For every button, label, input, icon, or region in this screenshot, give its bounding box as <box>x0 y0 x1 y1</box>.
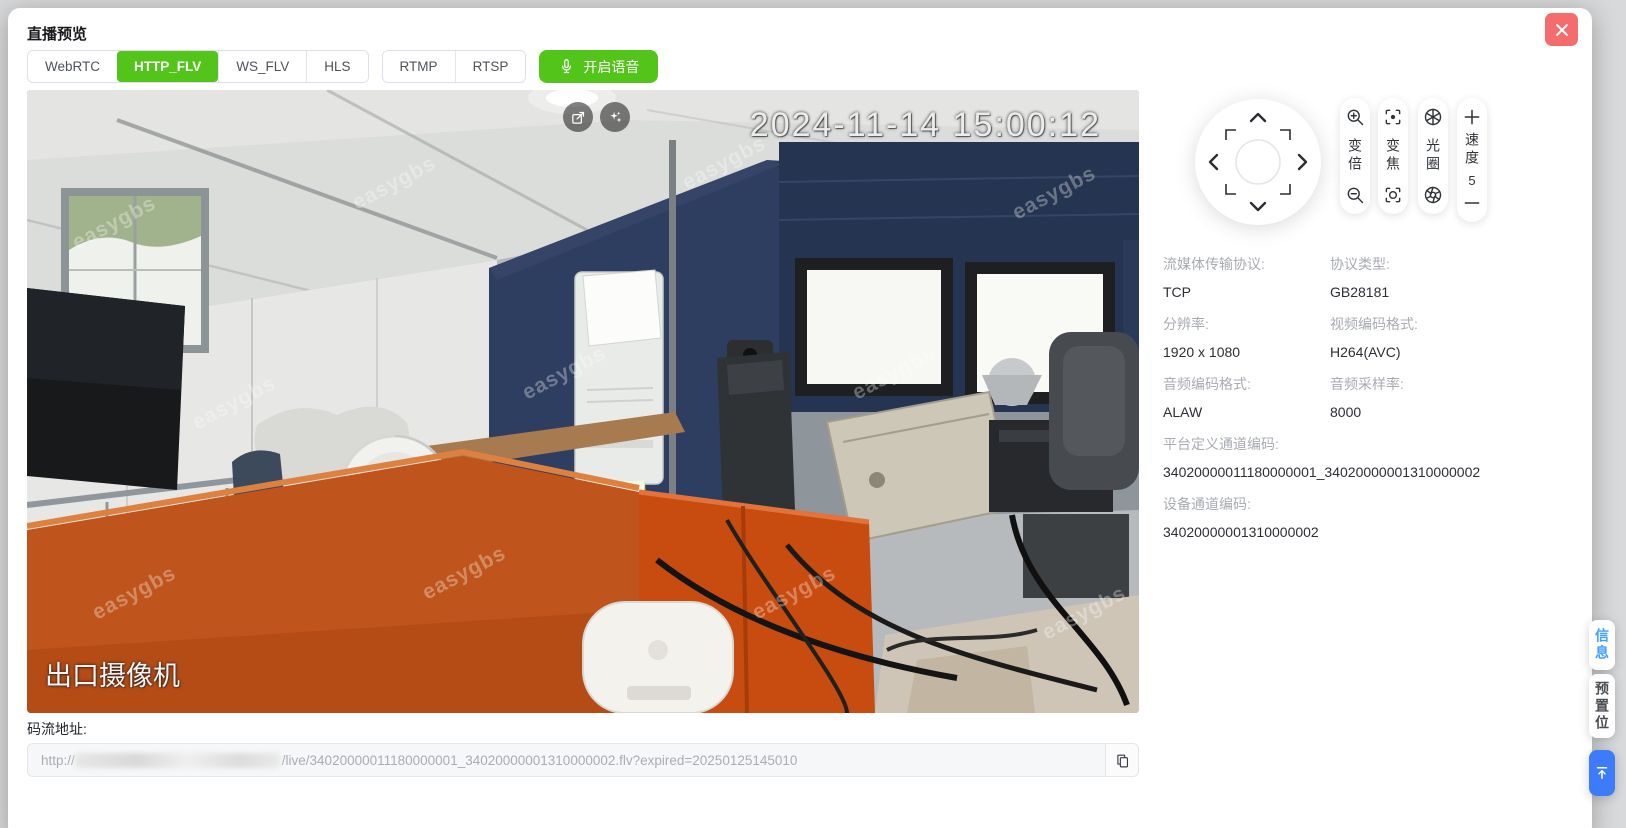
info-value-platform-channel: 34020000011180000001_3402000000131000000… <box>1163 464 1595 480</box>
speed-control: 速度 5 <box>1457 98 1487 222</box>
video-timestamp: 2024-11-14 15:00:12 <box>750 106 1101 145</box>
enhance-button[interactable] <box>600 102 630 132</box>
side-tab-info[interactable]: 信息 <box>1589 620 1615 670</box>
scroll-top-icon <box>1593 764 1611 782</box>
dialog-title: 直播预览 <box>27 23 87 44</box>
info-value-video-codec: H264(AVC) <box>1330 344 1595 360</box>
live-preview-dialog: 直播预览 WebRTC HTTP_FLV WS_FLV HLS RTMP RTS… <box>8 8 1592 828</box>
minus-icon <box>1462 193 1482 213</box>
stream-url-prefix: http:// <box>41 753 75 768</box>
focus-far-icon <box>1383 185 1403 205</box>
snapshot-button[interactable] <box>563 102 593 132</box>
stream-url-input[interactable]: http:// /live/34020000011180000001_34020… <box>27 743 1105 777</box>
info-label-transport: 流媒体传输协议: <box>1163 254 1330 274</box>
tab-rtmp[interactable]: RTMP <box>383 51 455 82</box>
close-icon <box>1554 22 1570 38</box>
stream-protocol-group: WebRTC HTTP_FLV WS_FLV HLS <box>27 50 369 83</box>
side-tab-preset[interactable]: 预置位 <box>1589 674 1615 738</box>
tab-hls[interactable]: HLS <box>306 51 367 82</box>
info-value-audio-rate: 8000 <box>1330 404 1595 420</box>
iris-control: 光圈 <box>1418 98 1448 214</box>
focus-control: 变焦 <box>1378 98 1408 214</box>
copy-icon <box>1114 752 1131 769</box>
zoom-out-icon <box>1345 185 1365 205</box>
scroll-top-button[interactable] <box>1589 750 1615 796</box>
focus-near-button[interactable] <box>1382 106 1404 128</box>
protocol-tab-row: WebRTC HTTP_FLV WS_FLV HLS RTMP RTSP 开启语… <box>27 50 658 83</box>
iris-close-button[interactable] <box>1422 184 1444 206</box>
info-value-audio-codec: ALAW <box>1163 404 1330 420</box>
focus-near-icon <box>1383 107 1403 127</box>
tab-ws-flv[interactable]: WS_FLV <box>218 51 306 82</box>
video-player[interactable]: easygbs easygbs easygbs easygbs easygbs … <box>27 90 1139 713</box>
iris-close-icon <box>1423 185 1443 205</box>
info-value-device-channel: 34020000001310000002 <box>1163 524 1595 540</box>
stream-url-path: /live/34020000011180000001_3402000000131… <box>282 753 798 768</box>
info-label-platform-channel: 平台定义通道编码: <box>1163 434 1595 454</box>
plus-icon <box>1462 107 1482 127</box>
zoom-label: 变倍 <box>1345 138 1365 174</box>
zoom-in-icon <box>1345 107 1365 127</box>
ptz-pad[interactable] <box>1193 97 1323 227</box>
info-label-device-channel: 设备通道编码: <box>1163 494 1595 514</box>
stream-url-label: 码流地址: <box>27 719 87 739</box>
mic-icon <box>558 58 575 75</box>
side-tab-info-label: 信息 <box>1592 628 1612 662</box>
speed-label: 速度 <box>1462 132 1482 168</box>
snapshot-icon <box>570 109 587 126</box>
camera-name-overlay: 出口摄像机 <box>45 654 180 693</box>
start-voice-button[interactable]: 开启语音 <box>539 50 658 83</box>
video-scene: easygbs easygbs easygbs easygbs easygbs … <box>27 90 1139 713</box>
tab-http-flv[interactable]: HTTP_FLV <box>117 51 218 82</box>
rtmp-rtsp-group: RTMP RTSP <box>382 50 527 83</box>
zoom-out-button[interactable] <box>1344 184 1366 206</box>
iris-open-button[interactable] <box>1422 106 1444 128</box>
side-tab-preset-label: 预置位 <box>1592 681 1612 732</box>
info-value-resolution: 1920 x 1080 <box>1163 344 1330 360</box>
info-value-transport: TCP <box>1163 284 1330 300</box>
speed-value: 5 <box>1468 173 1475 188</box>
zoom-control: 变倍 <box>1340 98 1370 214</box>
focus-label: 变焦 <box>1383 138 1403 174</box>
info-label-audio-codec: 音频编码格式: <box>1163 374 1330 394</box>
info-label-protocol: 协议类型: <box>1330 254 1595 274</box>
copy-url-button[interactable] <box>1105 743 1139 777</box>
stream-url-hidden-host <box>75 753 280 768</box>
info-label-resolution: 分辨率: <box>1163 314 1330 334</box>
info-value-protocol: GB28181 <box>1330 284 1595 300</box>
tab-rtsp[interactable]: RTSP <box>455 51 526 82</box>
iris-open-icon <box>1423 107 1443 127</box>
close-button[interactable] <box>1545 13 1578 46</box>
speed-increase-button[interactable] <box>1461 106 1483 128</box>
zoom-in-button[interactable] <box>1344 106 1366 128</box>
info-label-video-codec: 视频编码格式: <box>1330 314 1595 334</box>
sparkles-icon <box>607 109 624 126</box>
speed-decrease-button[interactable] <box>1461 192 1483 214</box>
stream-url-group: http:// /live/34020000011180000001_34020… <box>27 743 1139 777</box>
info-label-audio-rate: 音频采样率: <box>1330 374 1595 394</box>
iris-label: 光圈 <box>1423 138 1443 174</box>
start-voice-label: 开启语音 <box>583 57 639 77</box>
tab-webrtc[interactable]: WebRTC <box>28 51 117 82</box>
focus-far-button[interactable] <box>1382 184 1404 206</box>
ptz-center-knob[interactable] <box>1236 140 1280 184</box>
stream-info-panel: 流媒体传输协议: 协议类型: TCP GB28181 分辨率: 视频编码格式: … <box>1163 254 1595 554</box>
